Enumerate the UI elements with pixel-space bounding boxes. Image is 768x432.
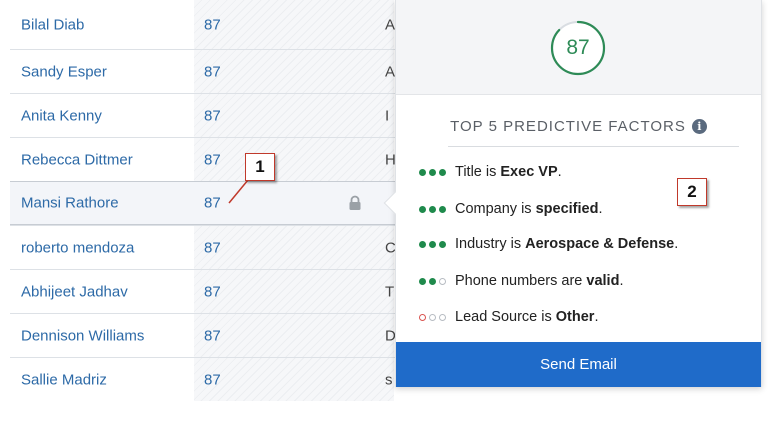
lead-name[interactable]: Dennison Williams <box>21 327 144 344</box>
lead-score[interactable]: 87 <box>204 195 221 212</box>
truncated-cell: A <box>385 16 396 33</box>
score-cell: 87 <box>194 50 394 93</box>
lead-name[interactable]: Sandy Esper <box>21 63 107 80</box>
lead-score[interactable]: 87 <box>204 63 221 80</box>
info-icon[interactable]: i <box>691 119 707 134</box>
score-cell: 87 <box>194 358 394 401</box>
score-cell: 87 <box>194 182 394 224</box>
strength-indicator <box>419 205 455 213</box>
lead-name[interactable]: Abhijeet Jadhav <box>21 283 128 300</box>
factor-item: Company is specified. <box>419 199 602 219</box>
factors-title-text: TOP 5 PREDICTIVE FACTORS <box>450 118 686 135</box>
score-cell: 87 <box>194 94 394 137</box>
lead-name[interactable]: Anita Kenny <box>21 107 102 124</box>
table-row[interactable]: Anita Kenny 87 I <box>10 93 440 137</box>
lead-score[interactable]: 87 <box>204 239 221 256</box>
score-cell: 87 <box>194 226 394 269</box>
table-row[interactable]: roberto mendoza 87 C <box>10 225 440 269</box>
lead-score[interactable]: 87 <box>204 327 221 344</box>
score-cell: 87 <box>194 0 394 49</box>
lead-name[interactable]: roberto mendoza <box>21 239 134 256</box>
factor-item: Lead Source is Other. <box>419 307 598 327</box>
table-row-selected[interactable]: Mansi Rathore 87 <box>10 181 440 225</box>
lead-score[interactable]: 87 <box>204 283 221 300</box>
table-row[interactable]: Rebecca Dittmer 87 H <box>10 137 440 181</box>
factor-item: Title is Exec VP. <box>419 162 562 182</box>
lead-score-value: 87 <box>566 36 590 59</box>
truncated-cell: T <box>385 283 395 300</box>
divider <box>448 146 739 147</box>
truncated-cell: A <box>385 63 396 80</box>
lead-name[interactable]: Mansi Rathore <box>21 195 119 212</box>
truncated-cell: I <box>385 107 390 124</box>
lead-name[interactable]: Sallie Madriz <box>21 371 107 388</box>
score-cell: 87 <box>194 270 394 313</box>
callout-label-1: 1 <box>245 153 275 181</box>
leads-table: Bilal Diab 87 A Sandy Esper 87 A Anita K… <box>10 0 440 401</box>
lead-score[interactable]: 87 <box>204 107 221 124</box>
table-row[interactable]: Sandy Esper 87 A <box>10 49 440 93</box>
score-cell: 87 <box>194 314 394 357</box>
strength-indicator <box>419 240 455 248</box>
callout-label-2: 2 <box>677 178 707 206</box>
truncated-cell: s <box>385 371 393 388</box>
factor-item: Phone numbers are valid. <box>419 271 623 291</box>
strength-indicator <box>419 313 455 321</box>
send-email-button[interactable]: Send Email <box>396 342 761 387</box>
lead-name[interactable]: Bilal Diab <box>21 16 84 33</box>
popover-header: 87 <box>396 0 761 95</box>
score-cell: 87 <box>194 138 394 181</box>
table-row[interactable]: Sallie Madriz 87 s <box>10 357 440 401</box>
strength-indicator <box>419 168 455 176</box>
factor-item: Industry is Aerospace & Defense. <box>419 234 678 254</box>
strength-indicator <box>419 277 455 285</box>
lead-score[interactable]: 87 <box>204 151 221 168</box>
table-row[interactable]: Dennison Williams 87 D <box>10 313 440 357</box>
table-row[interactable]: Abhijeet Jadhav 87 T <box>10 269 440 313</box>
factors-heading: TOP 5 PREDICTIVE FACTORS i <box>396 118 761 135</box>
lock-icon <box>349 195 361 210</box>
table-row[interactable]: Bilal Diab 87 A <box>10 0 440 49</box>
lead-score[interactable]: 87 <box>204 371 221 388</box>
lead-score[interactable]: 87 <box>204 16 221 33</box>
lead-name[interactable]: Rebecca Dittmer <box>21 151 133 168</box>
